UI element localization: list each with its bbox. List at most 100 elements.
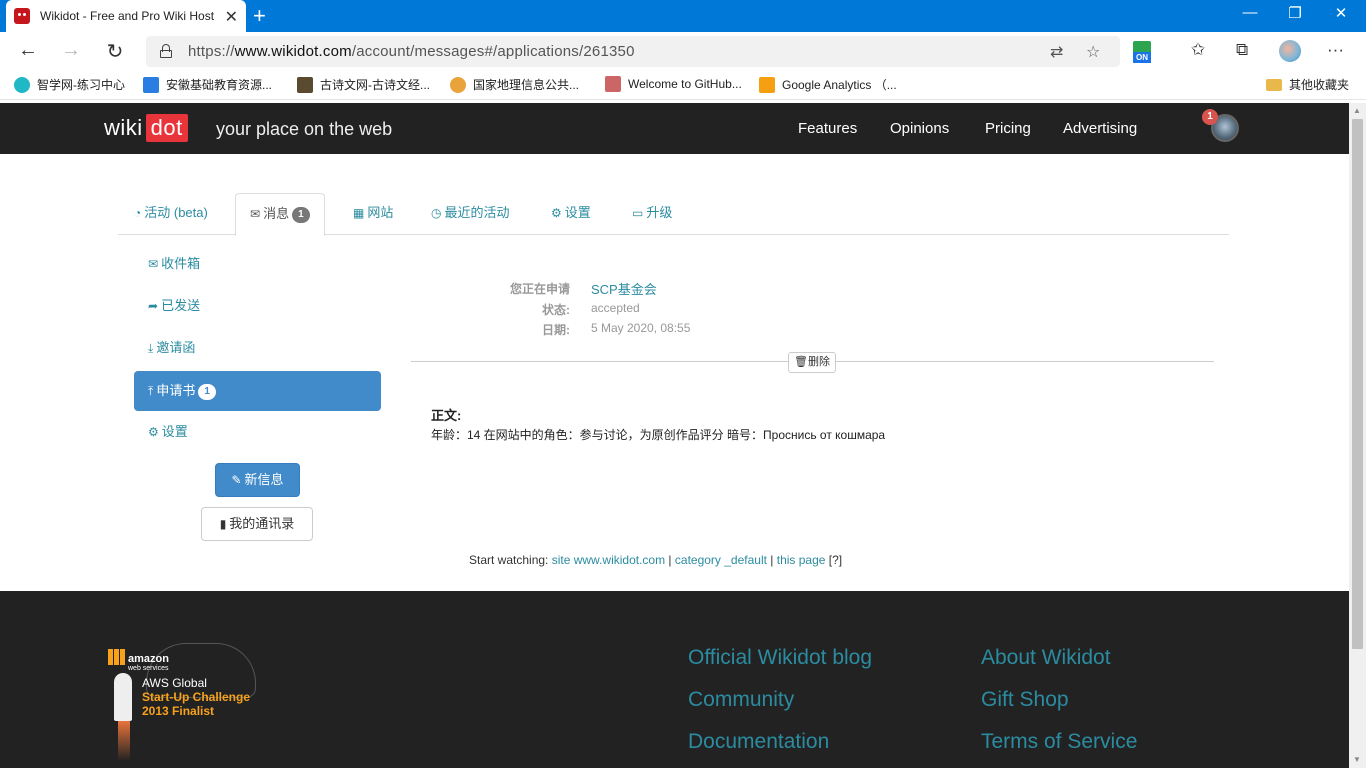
bookmark-item[interactable]: Google Analytics （... xyxy=(759,76,897,93)
browser-tab[interactable]: Wikidot - Free and Pro Wiki Host ✕ xyxy=(6,0,246,32)
tab-sites[interactable]: ▦ 网站 xyxy=(353,193,393,235)
watch-site-link[interactable]: site www.wikidot.com xyxy=(552,553,665,567)
bookmark-favicon-icon xyxy=(605,76,621,92)
nav-advertising[interactable]: Advertising xyxy=(1063,120,1137,137)
site-header: wiki dot your place on the web Features O… xyxy=(0,103,1349,154)
scroll-down-icon[interactable]: ▼ xyxy=(1353,755,1361,764)
rocket-flame xyxy=(118,721,130,761)
status-label: 状态: xyxy=(542,303,570,317)
extension-on-icon[interactable]: ON xyxy=(1133,41,1151,63)
gears-icon: ⚙ xyxy=(148,425,159,439)
address-book-button[interactable]: ▮ 我的通讯录 xyxy=(201,507,313,541)
url-text[interactable]: https://www.wikidot.com/account/messages… xyxy=(188,43,635,60)
body-text: 年龄：14 在网站中的角色：参与讨论，为原创作品评分 暗号：Проснись о… xyxy=(431,428,886,442)
edit-icon: ✎ xyxy=(231,473,242,487)
favorite-star-icon[interactable]: ☆ xyxy=(1086,42,1100,62)
tab-upgrade[interactable]: ▭ 升级 xyxy=(632,193,672,235)
close-window-icon[interactable]: ✕ xyxy=(1321,4,1361,22)
delete-button[interactable]: 🗑删除 xyxy=(788,352,836,373)
bookmark-favicon-icon xyxy=(14,76,30,93)
footer-link-gift-shop[interactable]: Gift Shop xyxy=(981,688,1069,712)
translate-icon[interactable]: ⇄ xyxy=(1050,42,1063,62)
sidebar-item-applications[interactable]: ⤒ 申请书 1 xyxy=(134,371,381,411)
new-tab-icon[interactable]: + xyxy=(253,3,266,29)
watch-help-link[interactable]: [?] xyxy=(829,553,842,567)
folder-icon xyxy=(1266,78,1282,91)
footer-link-community[interactable]: Community xyxy=(688,688,794,712)
clock-icon: ◷ xyxy=(431,206,442,220)
aws-logo-icon xyxy=(108,649,126,665)
sidebar-item-inbox[interactable]: ✉ 收件箱 xyxy=(134,245,381,283)
account-tabs: ◔ 活动 (beta) ✉ 消息 1 ▦ 网站 ◷ 最近的活动 ⚙ 设置 ▭ 升级 xyxy=(118,193,1229,236)
status-value: accepted xyxy=(591,301,640,315)
tagline: your place on the web xyxy=(216,119,393,139)
download-icon: ⤓ xyxy=(148,341,154,355)
forward-icon[interactable]: → xyxy=(57,39,85,62)
watch-bar: Start watching: site www.wikidot.com | c… xyxy=(469,553,843,567)
other-bookmarks[interactable]: 其他收藏夹 xyxy=(1266,76,1349,93)
favorites-icon[interactable]: ✩ xyxy=(1191,40,1205,60)
collections-icon[interactable]: ⧉ xyxy=(1236,40,1248,60)
close-tab-icon[interactable]: ✕ xyxy=(225,7,238,27)
credit-card-icon: ▭ xyxy=(632,206,644,220)
bookmark-item[interactable]: 智学网-练习中心 xyxy=(14,76,125,93)
bookmark-favicon-icon xyxy=(143,76,159,93)
nav-features[interactable]: Features xyxy=(798,120,857,137)
wikidot-logo[interactable]: wiki dot xyxy=(104,114,188,142)
gears-icon: ⚙ xyxy=(551,206,562,220)
bookmark-item[interactable]: 国家地理信息公共... xyxy=(450,76,579,93)
footer-link-terms[interactable]: Terms of Service xyxy=(981,730,1137,754)
book-icon: ▮ xyxy=(219,517,227,531)
footer-link-blog[interactable]: Official Wikidot blog xyxy=(688,646,872,670)
more-menu-icon[interactable]: ··· xyxy=(1327,40,1344,60)
lock-icon[interactable] xyxy=(160,44,172,58)
notification-badge[interactable]: 1 xyxy=(1202,109,1218,125)
bookmark-item[interactable]: 安徽基础教育资源... xyxy=(143,76,272,93)
scroll-up-icon[interactable]: ▲ xyxy=(1353,106,1361,115)
restore-icon[interactable]: ❐ xyxy=(1275,4,1315,22)
tab-messages[interactable]: ✉ 消息 1 xyxy=(235,193,325,236)
grid-icon: ▦ xyxy=(353,206,365,220)
back-icon[interactable]: ← xyxy=(14,39,42,62)
tab-settings[interactable]: ⚙ 设置 xyxy=(551,193,591,235)
envelope-icon: ✉ xyxy=(148,257,159,271)
upload-icon: ⤒ xyxy=(148,384,154,398)
wikidot-favicon-icon xyxy=(14,8,30,24)
sidebar-item-settings[interactable]: ⚙ 设置 xyxy=(134,413,381,451)
scroll-thumb[interactable] xyxy=(1352,119,1363,649)
tab-recent-activity[interactable]: ◷ 最近的活动 xyxy=(431,193,510,235)
applied-site-link[interactable]: SCP基金会 xyxy=(591,279,657,298)
bookmark-favicon-icon xyxy=(450,76,466,93)
bookmarks-bar: 智学网-练习中心 安徽基础教育资源... 古诗文网-古诗文经... 国家地理信息… xyxy=(0,70,1366,100)
applications-count-badge: 1 xyxy=(198,384,216,400)
dashboard-icon: ◔ xyxy=(134,206,142,220)
browser-navbar: ← → ↻ https://www.wikidot.com/account/me… xyxy=(0,32,1366,70)
new-message-button[interactable]: ✎ 新信息 xyxy=(215,463,300,497)
watch-category-link[interactable]: category _default xyxy=(675,553,767,567)
watch-page-link[interactable]: this page xyxy=(777,553,826,567)
bookmark-item[interactable]: Welcome to GitHub... xyxy=(605,76,742,92)
envelope-icon: ✉ xyxy=(250,207,261,221)
page-scrollbar[interactable]: ▲ ▼ xyxy=(1349,103,1366,768)
tab-activity[interactable]: ◔ 活动 (beta) xyxy=(134,193,208,235)
aws-finalist-badge: amazon web services AWS Global Start-Up C… xyxy=(106,643,266,763)
tab-title: Wikidot - Free and Pro Wiki Host xyxy=(40,9,215,23)
browser-titlebar: Wikidot - Free and Pro Wiki Host ✕ + — ❐… xyxy=(0,0,1366,32)
bookmark-item[interactable]: 古诗文网-古诗文经... xyxy=(297,76,430,93)
share-icon: ➦ xyxy=(148,299,159,313)
applying-label: 您正在申请 xyxy=(509,282,570,296)
refresh-icon[interactable]: ↻ xyxy=(101,39,129,64)
minimize-icon[interactable]: — xyxy=(1230,4,1270,21)
nav-pricing[interactable]: Pricing xyxy=(985,120,1031,137)
footer-link-about[interactable]: About Wikidot xyxy=(981,646,1111,670)
page-viewport: wiki dot your place on the web Features O… xyxy=(0,103,1349,768)
bookmark-favicon-icon xyxy=(297,76,313,93)
body-label: 正文: xyxy=(431,408,462,423)
footer-link-documentation[interactable]: Documentation xyxy=(688,730,829,754)
profile-avatar[interactable] xyxy=(1279,40,1301,62)
sidebar-item-sent[interactable]: ➦ 已发送 xyxy=(134,287,381,325)
nav-opinions[interactable]: Opinions xyxy=(890,120,949,137)
address-bar[interactable]: https://www.wikidot.com/account/messages… xyxy=(146,36,1120,67)
sidebar-item-invitations[interactable]: ⤓ 邀请函 xyxy=(134,329,381,367)
messages-count-badge: 1 xyxy=(292,207,310,223)
